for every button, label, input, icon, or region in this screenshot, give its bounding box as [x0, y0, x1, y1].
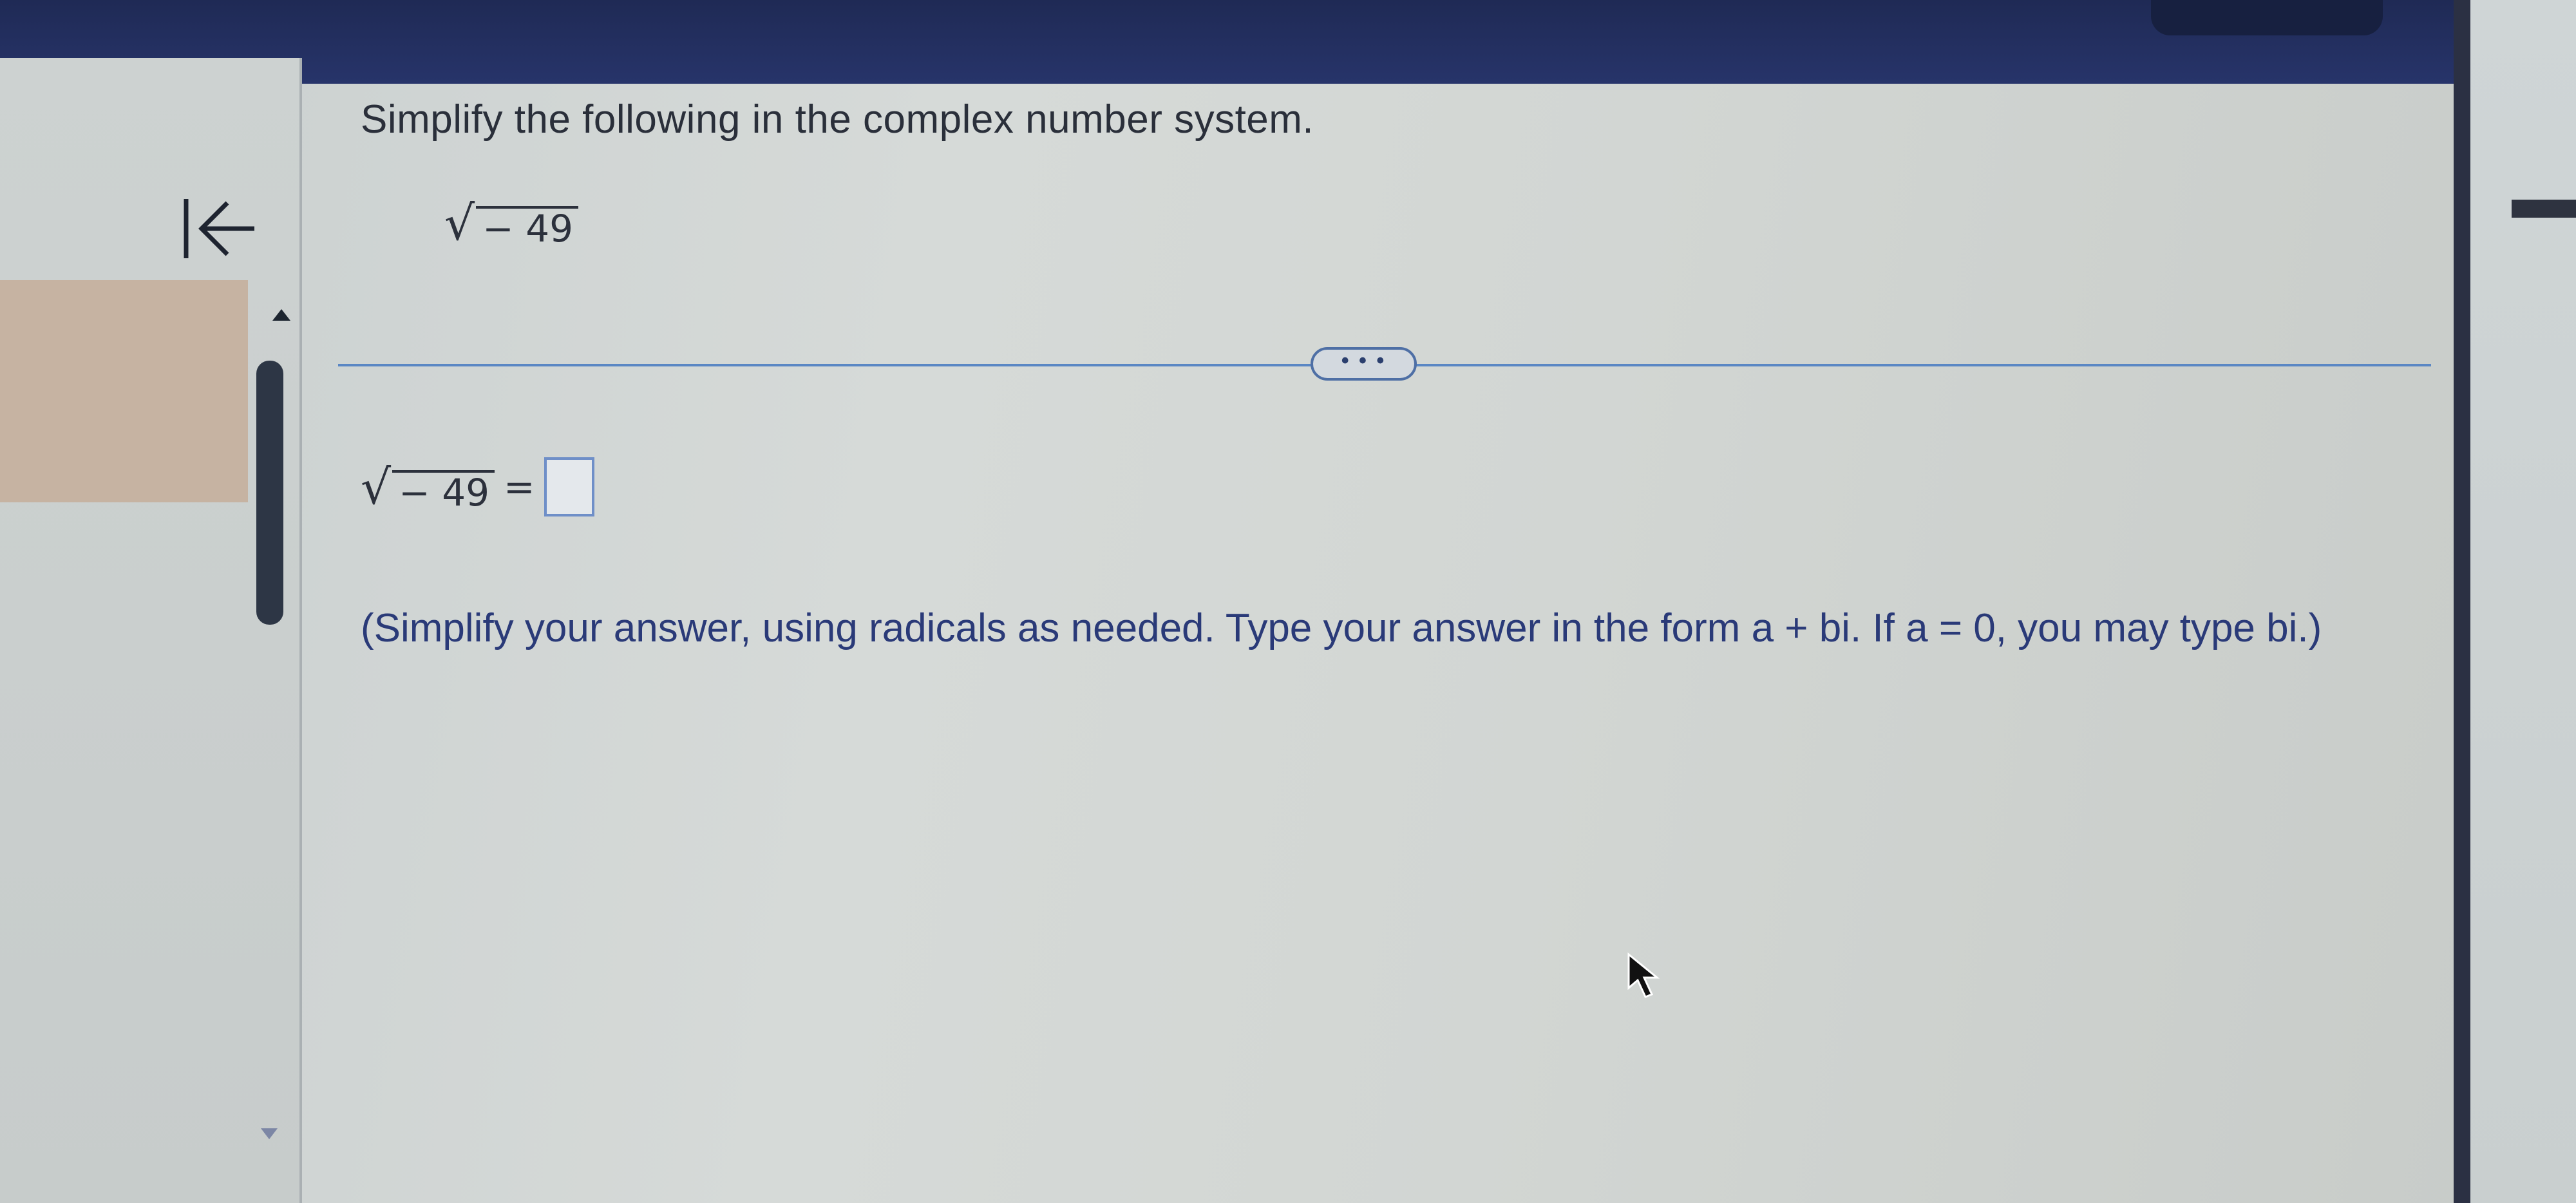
mouse-pointer-icon [1626, 952, 1665, 1007]
answer-radicand: − 49 [392, 470, 495, 511]
answer-instructions: (Simplify your answer, using radicals as… [361, 599, 2421, 658]
scroll-down-icon[interactable] [261, 1128, 278, 1139]
equals-sign: = [504, 465, 535, 509]
radical-sign-icon: √ [444, 196, 475, 251]
instructions-short-form: bi [2266, 606, 2298, 650]
radical-sign-icon: √ [361, 460, 392, 515]
scrollbar-thumb[interactable] [256, 361, 283, 625]
question-content: Simplify the following in the complex nu… [303, 58, 2454, 1203]
instructions-part1: (Simplify your answer, using radicals as… [361, 606, 1752, 650]
screen: Simplify the following in the complex nu… [0, 0, 2576, 1203]
more-dots-icon: • • • [1341, 348, 1387, 373]
instructions-part2: . If [1850, 606, 1906, 650]
answer-input[interactable] [544, 457, 594, 516]
scroll-up-icon[interactable] [272, 309, 290, 321]
left-panel [0, 58, 302, 1203]
more-button[interactable]: • • • [1311, 347, 1417, 381]
back-button[interactable] [174, 187, 264, 270]
answer-row: √ − 49 = [361, 457, 594, 516]
instructions-form: a + bi [1751, 606, 1850, 650]
right-panel-bar [2512, 200, 2576, 218]
instructions-part4: .) [2297, 606, 2322, 650]
instructions-part3: , you may type [1995, 606, 2267, 650]
top-bar-tab [2151, 0, 2383, 35]
arrow-left-to-bar-icon [184, 199, 254, 258]
question-list-selected-item[interactable] [0, 280, 248, 502]
instructions-condition: a = 0 [1906, 606, 1996, 650]
problem-radicand: − 49 [476, 206, 578, 247]
question-prompt: Simplify the following in the complex nu… [361, 97, 1314, 142]
answer-expression: √ − 49 [361, 464, 495, 511]
problem-expression: √ − 49 [444, 200, 578, 247]
right-panel [2454, 0, 2576, 1203]
